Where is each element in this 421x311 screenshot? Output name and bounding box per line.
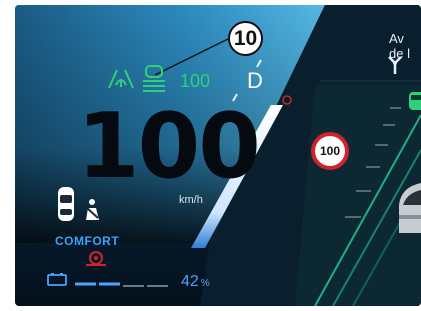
airbag-warning-icon [86,251,106,266]
callout-number-badge: 10 [228,21,263,56]
speed-unit: km/h [179,194,203,206]
battery-level-bar [75,282,168,287]
adaptive-cruise-icon [143,65,165,92]
car-top-view-icon [58,187,74,221]
seatbelt-icon [86,199,99,220]
speed-limit-sign-icon: 100 [311,132,349,170]
instrument-cluster-screen: 100 D 10 100 km/h COMFORT 42% Av de l 15 [15,5,421,306]
battery-percent: 42% [181,273,210,291]
speed-readout: 100 [77,94,261,199]
car-rear-icon [399,183,421,233]
lane-assist-icon [108,69,134,89]
lead-vehicle-icon [409,92,421,110]
battery-icon [47,273,67,286]
speed-limiter-value: 100 [180,71,211,91]
battery-percent-unit: % [200,278,210,289]
navigation-turn-icon [388,56,402,74]
drive-mode-label: COMFORT [55,234,120,248]
battery-percent-value: 42 [181,273,199,290]
gear-indicator: D [247,68,263,93]
